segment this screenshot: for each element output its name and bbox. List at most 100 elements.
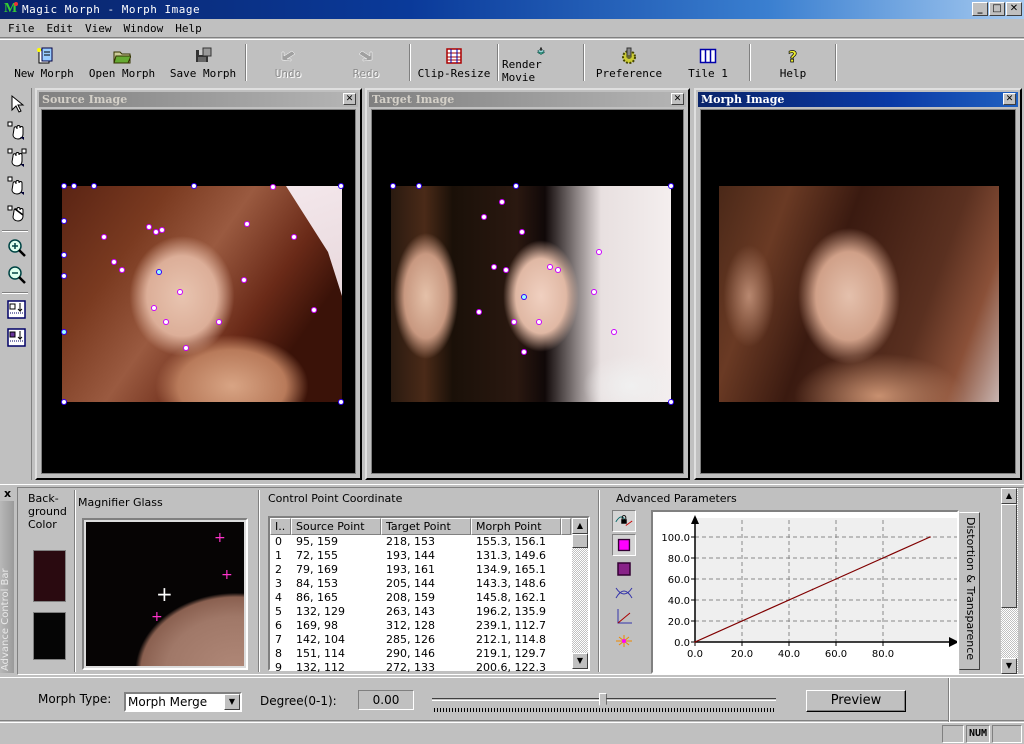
background-color-swatch[interactable] xyxy=(33,550,66,602)
scroll-thumb[interactable] xyxy=(1001,504,1017,608)
degree-slider[interactable] xyxy=(430,692,778,716)
column-source-point[interactable]: Source Point xyxy=(291,518,381,535)
status-resize-grip[interactable] xyxy=(992,725,1022,743)
degree-value-field[interactable]: 0.00 xyxy=(358,690,414,710)
control-point[interactable] xyxy=(184,346,188,350)
control-point[interactable] xyxy=(242,278,246,282)
control-point[interactable] xyxy=(292,235,296,239)
control-point[interactable] xyxy=(492,265,496,269)
target-canvas[interactable] xyxy=(371,109,684,474)
undo-button[interactable]: Undo xyxy=(250,40,326,84)
control-point[interactable] xyxy=(391,184,395,188)
foreground-color-swatch[interactable] xyxy=(33,612,66,660)
table-row[interactable]: 8 151, 114 290, 146 219.1, 129.7 xyxy=(270,647,588,661)
morph-image-pane[interactable]: Morph Image ✕ xyxy=(694,88,1022,480)
control-point[interactable] xyxy=(669,400,673,404)
control-point[interactable] xyxy=(500,200,504,204)
control-point[interactable] xyxy=(556,268,560,272)
control-point[interactable] xyxy=(160,228,164,232)
control-point[interactable] xyxy=(164,320,168,324)
control-point[interactable] xyxy=(62,330,66,334)
scroll-up-icon[interactable]: ▲ xyxy=(1001,488,1017,504)
column-target-point[interactable]: Target Point xyxy=(381,518,471,535)
table-row[interactable]: 2 79, 169 193, 161 134.9, 165.1 xyxy=(270,563,588,577)
control-point[interactable] xyxy=(482,215,486,219)
pane-title-bar[interactable]: Morph Image ✕ xyxy=(698,92,1018,107)
scroll-down-icon[interactable]: ▼ xyxy=(1001,658,1017,674)
scroll-up-icon[interactable]: ▲ xyxy=(572,518,588,534)
pane-title-bar[interactable]: Source Image ✕ xyxy=(39,92,358,107)
maximize-button[interactable]: □ xyxy=(989,2,1005,16)
open-morph-button[interactable]: Open Morph xyxy=(80,40,164,84)
control-point[interactable] xyxy=(192,184,196,188)
control-point[interactable] xyxy=(522,350,526,354)
table-scrollbar[interactable]: ▲ ▼ xyxy=(572,518,588,669)
control-point[interactable] xyxy=(520,230,524,234)
control-point[interactable] xyxy=(312,308,316,312)
control-point[interactable] xyxy=(147,225,151,229)
clip-resize-button[interactable]: Clip-Resize xyxy=(414,40,494,84)
table-row[interactable]: 0 95, 159 218, 153 155.3, 156.1 xyxy=(270,535,588,549)
chevron-down-icon[interactable]: ▼ xyxy=(224,694,240,710)
close-button[interactable]: ✕ xyxy=(1006,2,1022,16)
control-point[interactable] xyxy=(669,184,673,188)
tab-distortion-transparence[interactable]: Distortion & Transparence xyxy=(959,512,980,670)
redo-button[interactable]: Redo xyxy=(326,40,406,84)
table-row[interactable]: 1 72, 155 193, 144 131.3, 149.6 xyxy=(270,549,588,563)
control-point[interactable] xyxy=(62,219,66,223)
table-row[interactable]: 4 86, 165 208, 159 145.8, 162.1 xyxy=(270,591,588,605)
target-image-pane[interactable]: Target Image ✕ xyxy=(365,88,690,480)
control-point[interactable] xyxy=(339,184,343,188)
table-row[interactable]: 3 84, 153 205, 144 143.3, 148.6 xyxy=(270,577,588,591)
help-button[interactable]: ? Help xyxy=(754,40,832,84)
control-point[interactable] xyxy=(157,270,161,274)
zoom-in-icon[interactable] xyxy=(7,238,27,258)
tile-button[interactable]: Tile 1 xyxy=(670,40,746,84)
render-movie-button[interactable]: Render Movie xyxy=(502,40,580,84)
table-row[interactable]: 5 132, 129 263, 143 196.2, 135.9 xyxy=(270,605,588,619)
pane-close-icon[interactable]: ✕ xyxy=(343,93,356,105)
control-point[interactable] xyxy=(271,185,275,189)
control-point[interactable] xyxy=(178,290,182,294)
scroll-down-icon[interactable]: ▼ xyxy=(572,653,588,669)
control-point[interactable] xyxy=(597,250,601,254)
menu-window[interactable]: Window xyxy=(118,22,170,35)
control-point[interactable] xyxy=(62,274,66,278)
add-point-hand-icon[interactable] xyxy=(7,121,27,141)
move-points-hand-icon[interactable] xyxy=(7,148,27,168)
zoom-out-icon[interactable] xyxy=(7,265,27,285)
control-bar-scrollbar[interactable]: ▲ ▼ xyxy=(1001,488,1018,674)
pane-close-icon[interactable]: ✕ xyxy=(671,93,684,105)
export-points-icon[interactable] xyxy=(7,328,27,348)
distortion-chart[interactable]: 0.0 20.0 40.0 60.0 80.0 100.0 0.0 20.0 40.0 60.0 8… xyxy=(653,512,959,672)
axis-line-icon[interactable] xyxy=(612,606,636,628)
control-bar-grip[interactable]: x Advance Control Bar xyxy=(0,485,16,675)
menu-edit[interactable]: Edit xyxy=(41,22,80,35)
control-point-table[interactable]: I.. Source Point Target Point Morph Poin… xyxy=(268,516,590,674)
control-point[interactable] xyxy=(72,184,76,188)
control-point[interactable] xyxy=(512,320,516,324)
control-point[interactable] xyxy=(417,184,421,188)
import-points-icon[interactable] xyxy=(7,300,27,320)
control-point[interactable] xyxy=(548,265,552,269)
control-point[interactable] xyxy=(154,230,158,234)
control-point[interactable] xyxy=(339,400,343,404)
drag-hand-icon[interactable] xyxy=(7,176,27,196)
distortion-chart-frame[interactable]: 0.0 20.0 40.0 60.0 80.0 100.0 0.0 20.0 40.0 60.0 8… xyxy=(651,510,959,674)
new-morph-button[interactable]: New Morph xyxy=(8,40,80,84)
control-point[interactable] xyxy=(245,222,249,226)
table-row[interactable]: 7 142, 104 285, 126 212.1, 114.8 xyxy=(270,633,588,647)
magenta-square-icon[interactable] xyxy=(612,534,636,556)
lock-curve-icon[interactable] xyxy=(612,510,636,532)
source-canvas[interactable] xyxy=(41,109,356,474)
control-point[interactable] xyxy=(217,320,221,324)
control-point[interactable] xyxy=(504,268,508,272)
star-point-icon[interactable] xyxy=(612,630,636,652)
purple-square-icon[interactable] xyxy=(612,558,636,580)
morph-type-select[interactable]: Morph Merge ▼ xyxy=(124,692,242,712)
table-row[interactable]: 6 169, 98 312, 128 239.1, 112.7 xyxy=(270,619,588,633)
control-bar-close-icon[interactable]: x xyxy=(4,487,11,500)
scroll-thumb[interactable] xyxy=(572,534,588,548)
slider-thumb[interactable] xyxy=(598,693,607,709)
minimize-button[interactable]: _ xyxy=(972,2,988,16)
